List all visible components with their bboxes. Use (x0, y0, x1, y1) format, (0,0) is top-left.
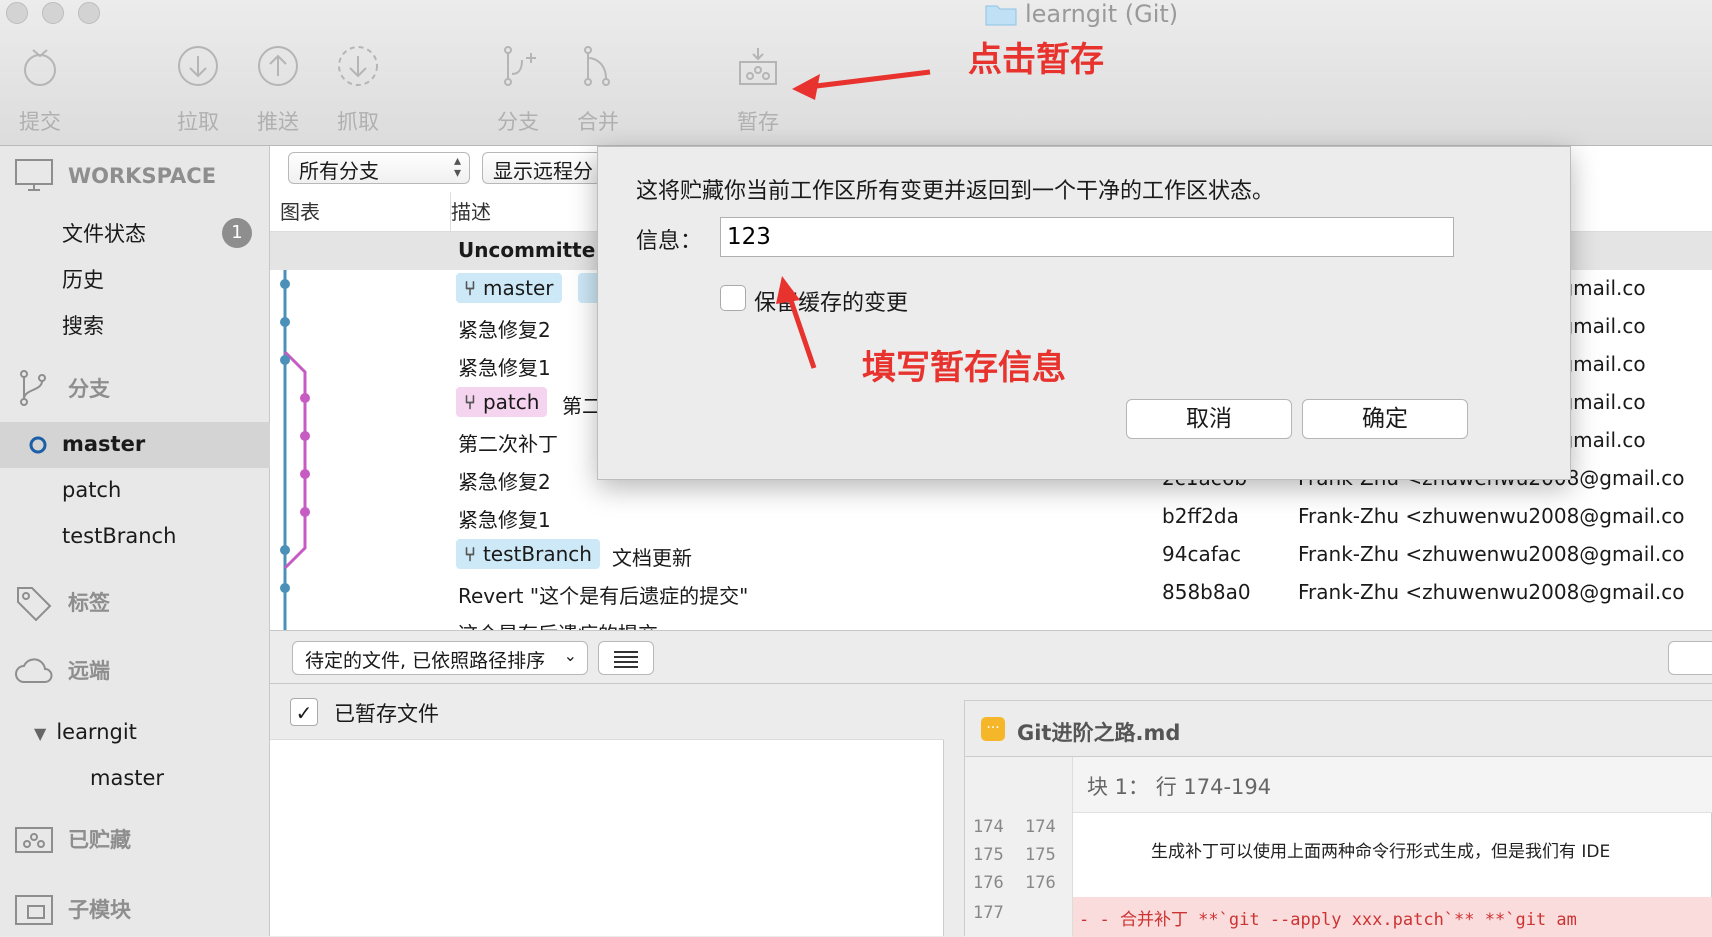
arrow-to-stash-icon (792, 69, 931, 100)
arrow-to-info-input (776, 276, 817, 369)
annotation-arrows (776, 69, 931, 369)
annotation-fill-info: 填写暂存信息 (862, 348, 1066, 388)
annotation-click-stash: 点击暂存 (968, 40, 1104, 80)
